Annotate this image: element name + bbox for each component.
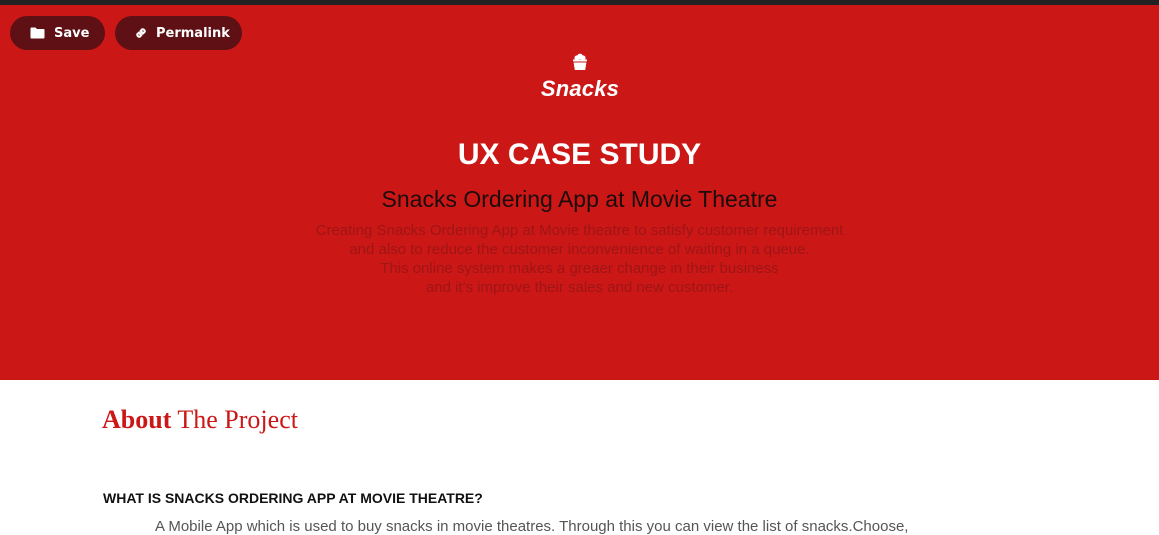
description-line: Creating Snacks Ordering App at Movie th… — [315, 222, 844, 239]
hero-banner: Save Permalink Snacks UX CASE STUDY Snac… — [0, 5, 1159, 380]
section-answer: A Mobile App which is used to buy snacks… — [155, 518, 909, 535]
about-heading-rest: The Project — [171, 405, 298, 434]
popcorn-bucket-icon — [520, 53, 640, 76]
section-question: WHAT IS SNACKS ORDERING APP AT MOVIE THE… — [103, 490, 483, 506]
page-subtitle: Snacks Ordering App at Movie Theatre — [381, 186, 778, 212]
hero-description: Creating Snacks Ordering App at Movie th… — [0, 221, 1159, 297]
save-button[interactable]: Save — [10, 16, 105, 50]
about-heading-bold: About — [102, 405, 172, 434]
link-icon — [134, 26, 148, 40]
about-heading: About The Project — [102, 403, 298, 437]
permalink-button[interactable]: Permalink — [115, 16, 242, 50]
description-line: and it's improve their sales and new cus… — [425, 279, 734, 296]
permalink-button-label: Permalink — [156, 25, 230, 41]
folder-icon — [30, 27, 45, 39]
snacks-logo: Snacks — [520, 53, 640, 101]
logo-text: Snacks — [540, 76, 620, 101]
description-line: and also to reduce the customer inconven… — [349, 241, 810, 258]
save-button-label: Save — [54, 25, 90, 41]
page-title: UX CASE STUDY — [457, 138, 702, 171]
description-line: This online system makes a greaer change… — [380, 260, 779, 277]
